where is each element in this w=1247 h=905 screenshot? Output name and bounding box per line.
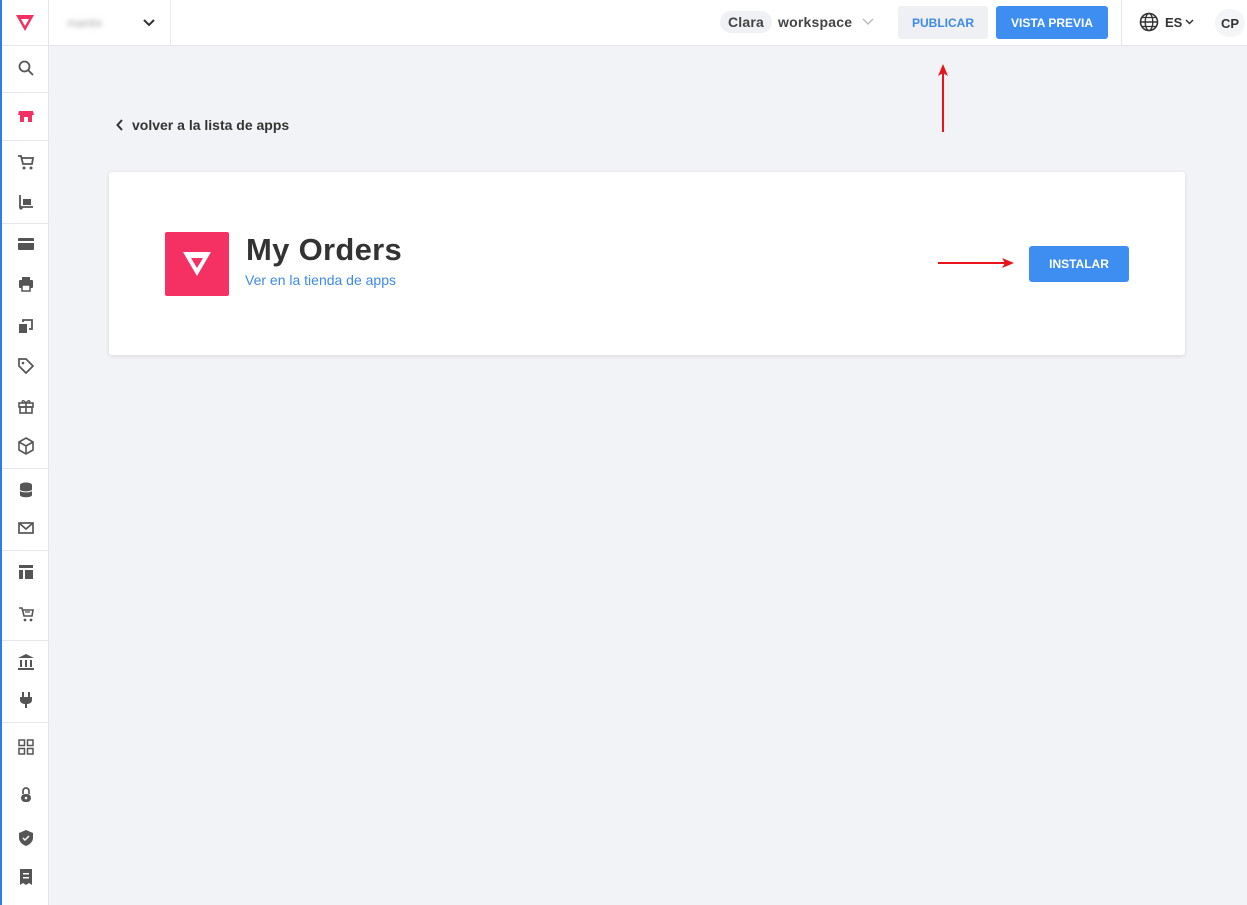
dolly-icon[interactable] <box>2 185 49 219</box>
cart-icon[interactable] <box>2 145 49 179</box>
brand-logo[interactable] <box>2 0 48 46</box>
chevron-down-icon <box>1185 19 1194 25</box>
back-link-label: volver a la lista de apps <box>132 117 290 133</box>
receipt-icon[interactable] <box>2 860 49 894</box>
gift-icon[interactable] <box>2 389 49 423</box>
avatar[interactable]: CP <box>1215 9 1245 37</box>
install-button[interactable]: INSTALAR <box>1029 246 1129 282</box>
app-logo <box>165 232 229 296</box>
language-selector[interactable]: ES <box>1139 12 1194 32</box>
card-icon[interactable] <box>2 227 49 261</box>
store-selector[interactable]: mantix <box>49 0 171 46</box>
mail-icon[interactable] <box>2 511 49 545</box>
store-icon[interactable] <box>2 99 49 133</box>
shield-icon[interactable] <box>2 821 49 855</box>
brand-logo-icon <box>183 252 211 276</box>
top-bar: mantix Clara workspace PUBLICAR VISTA PR… <box>49 0 1247 46</box>
language-label: ES <box>1165 14 1183 30</box>
workspace-label: workspace <box>778 14 853 30</box>
bank-icon[interactable] <box>2 645 49 679</box>
lock-icon[interactable] <box>2 778 49 812</box>
plug-icon[interactable] <box>2 683 49 717</box>
copy-icon[interactable] <box>2 309 49 343</box>
annotation-arrow-up <box>938 64 948 132</box>
chevron-left-icon <box>116 119 123 131</box>
preview-button[interactable]: VISTA PREVIA <box>996 6 1108 39</box>
apps-icon[interactable] <box>2 730 49 764</box>
chevron-down-icon <box>862 18 874 26</box>
box-icon[interactable] <box>2 429 49 463</box>
app-store-link[interactable]: Ver en la tienda de apps <box>245 272 396 288</box>
printer-icon[interactable] <box>2 267 49 301</box>
search-icon[interactable] <box>2 51 49 85</box>
cart-fast-icon[interactable] <box>2 597 49 631</box>
back-to-apps-link[interactable]: volver a la lista de apps <box>116 117 289 133</box>
database-icon[interactable] <box>2 473 49 507</box>
workspace-user: Clara <box>720 11 773 33</box>
tag-icon[interactable] <box>2 349 49 383</box>
globe-icon <box>1139 12 1159 32</box>
layout-icon[interactable] <box>2 555 49 589</box>
brand-logo-icon <box>16 14 34 31</box>
sidebar <box>0 0 49 905</box>
app-title: My Orders <box>246 232 403 267</box>
app-card: My Orders Ver en la tienda de apps INSTA… <box>109 172 1185 355</box>
annotation-arrow-right <box>938 258 1014 268</box>
workspace-selector[interactable]: Clara workspace <box>720 10 874 34</box>
publish-button[interactable]: PUBLICAR <box>898 6 988 39</box>
store-name: mantix <box>67 16 103 30</box>
chevron-down-icon <box>143 19 155 27</box>
